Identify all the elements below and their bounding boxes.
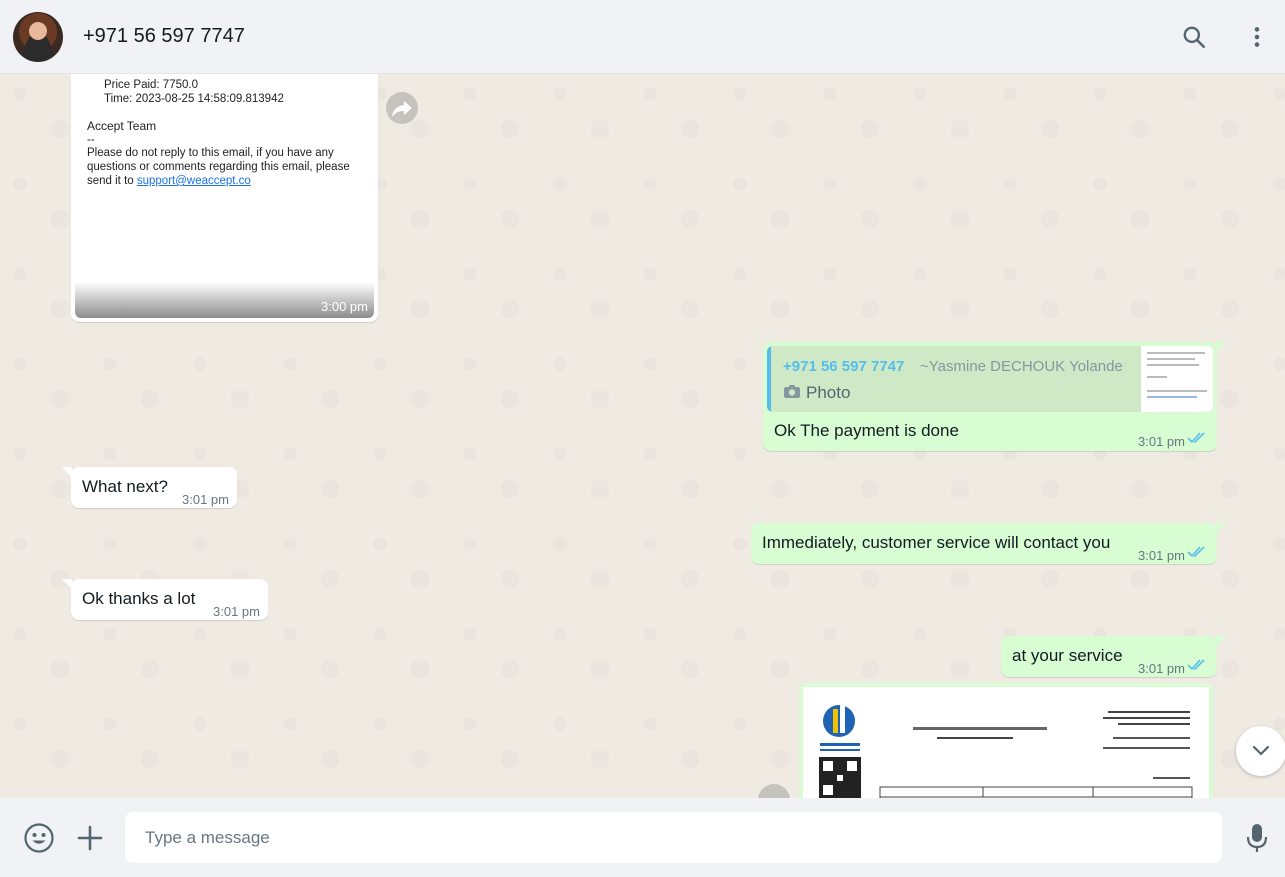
email-notice-line2: questions or comments regarding this ema… bbox=[87, 161, 350, 173]
message-time: 3:01 pm bbox=[213, 604, 260, 619]
image-message-invoice[interactable] bbox=[799, 683, 1213, 798]
email-time: Time: 2023-08-25 14:58:09.813942 bbox=[104, 93, 284, 105]
quoted-thumbnail bbox=[1141, 346, 1213, 412]
emoji-icon[interactable] bbox=[23, 822, 55, 854]
message-text: at your service bbox=[1012, 646, 1123, 665]
read-ticks-icon bbox=[1187, 546, 1205, 558]
quote-accent-bar bbox=[767, 346, 771, 412]
read-ticks-icon bbox=[1187, 432, 1205, 444]
invoice-document-graphic bbox=[819, 705, 1193, 798]
scroll-to-bottom-button[interactable] bbox=[1236, 726, 1285, 776]
message-text: What next? bbox=[82, 477, 168, 496]
message-time: 3:01 pm bbox=[1138, 548, 1185, 563]
forward-icon[interactable] bbox=[386, 92, 418, 124]
composer-bar bbox=[0, 798, 1285, 877]
search-icon[interactable] bbox=[1181, 24, 1207, 50]
message-time: 3:01 pm bbox=[1138, 434, 1185, 449]
outgoing-message-reply[interactable]: +971 56 597 7747 ~Yasmine DECHOUK Yoland… bbox=[763, 342, 1226, 451]
camera-icon bbox=[784, 385, 800, 398]
bubble-tail bbox=[62, 467, 72, 477]
quoted-message[interactable]: +971 56 597 7747 ~Yasmine DECHOUK Yoland… bbox=[767, 346, 1213, 412]
contact-name[interactable]: +971 56 597 7747 bbox=[83, 25, 245, 48]
bubble-tail bbox=[1216, 523, 1226, 533]
quoted-type: Photo bbox=[806, 383, 851, 402]
invoice-image bbox=[803, 687, 1209, 798]
message-text: Ok The payment is done bbox=[774, 421, 959, 440]
read-ticks-icon bbox=[1187, 659, 1205, 671]
image-message-email[interactable]: Price Paid: 7750.0 Time: 2023-08-25 14:5… bbox=[71, 74, 378, 322]
incoming-message[interactable]: What next? 3:01 pm bbox=[62, 467, 237, 508]
email-support-link[interactable]: support@weaccept.co bbox=[137, 175, 251, 187]
contact-avatar[interactable] bbox=[13, 12, 63, 62]
chevron-down-icon bbox=[1252, 745, 1270, 756]
quoted-sender: +971 56 597 7747 bbox=[783, 358, 905, 375]
message-time: 3:01 pm bbox=[182, 492, 229, 507]
incoming-message[interactable]: Ok thanks a lot 3:01 pm bbox=[62, 579, 268, 620]
message-input[interactable] bbox=[125, 812, 1222, 863]
plus-icon[interactable] bbox=[77, 825, 103, 851]
message-time: 3:01 pm bbox=[1138, 661, 1185, 676]
message-list[interactable]: Price Paid: 7750.0 Time: 2023-08-25 14:5… bbox=[0, 74, 1285, 798]
email-notice-prefix: send it to bbox=[87, 175, 134, 187]
email-team: Accept Team bbox=[87, 119, 157, 133]
email-notice-line1: Please do not reply to this email, if yo… bbox=[87, 147, 334, 159]
microphone-icon[interactable] bbox=[1245, 822, 1269, 854]
email-dashes: -- bbox=[87, 134, 95, 146]
message-time: 3:00 pm bbox=[321, 299, 368, 314]
outgoing-message[interactable]: Immediately, customer service will conta… bbox=[751, 523, 1226, 564]
bubble-tail bbox=[62, 579, 72, 589]
bubble-tail bbox=[1216, 342, 1226, 352]
chat-header: +971 56 597 7747 bbox=[0, 0, 1285, 74]
outgoing-message[interactable]: at your service 3:01 pm bbox=[1001, 636, 1226, 677]
email-price-paid: Price Paid: 7750.0 bbox=[104, 79, 198, 91]
message-text: Ok thanks a lot bbox=[82, 589, 196, 608]
message-text: Immediately, customer service will conta… bbox=[762, 533, 1111, 552]
email-notice-line3: send it to support@weaccept.co bbox=[87, 175, 251, 189]
kebab-menu-icon[interactable] bbox=[1244, 24, 1270, 50]
forward-icon[interactable] bbox=[758, 784, 790, 798]
quoted-name: ~Yasmine DECHOUK Yolande bbox=[920, 358, 1123, 375]
bubble-tail bbox=[1216, 636, 1226, 646]
